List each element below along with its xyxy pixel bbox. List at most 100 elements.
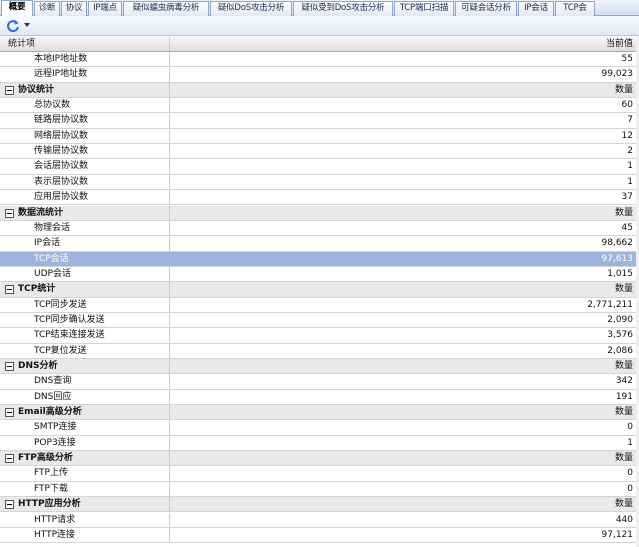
table-row[interactable]: FTP上传 0: [0, 466, 639, 482]
row-value: 0: [627, 483, 633, 494]
row-value: 3,576: [607, 330, 633, 341]
row-label-text: 链路层协议数: [34, 115, 89, 126]
row-value: 97,121: [601, 529, 634, 540]
tab-7[interactable]: TCP端口扫描: [394, 1, 454, 16]
table-row[interactable]: 应用层协议数 37: [0, 190, 639, 206]
tab-4[interactable]: 疑似蠕虫病毒分析: [123, 1, 209, 16]
table-row[interactable]: DNS回应 191: [0, 389, 639, 406]
row-label: DNS分析: [0, 359, 170, 374]
table-row[interactable]: TCP同步确认发送 2,090: [0, 312, 639, 329]
tab-3[interactable]: IP端点: [88, 1, 122, 16]
row-value: 99,023: [601, 69, 634, 80]
table-row[interactable]: DNS查询 342: [0, 374, 639, 390]
group-row[interactable]: DNS分析 数量: [0, 359, 639, 375]
row-label: DNS查询: [0, 374, 170, 389]
row-label: TCP复位发送: [0, 343, 170, 358]
row-value: 数量: [614, 284, 633, 295]
table-row[interactable]: HTTP连接 97,121: [0, 527, 639, 544]
group-row[interactable]: 协议统计 数量: [0, 82, 639, 99]
table-row[interactable]: 传输层协议数 2: [0, 144, 639, 160]
row-value: 数量: [614, 407, 633, 418]
table-row[interactable]: POP3连接 1: [0, 435, 639, 452]
row-label-text: 本地IP地址数: [34, 54, 88, 64]
tab-9[interactable]: IP会话: [518, 1, 554, 16]
row-label: FTP上传: [0, 466, 170, 481]
row-value: 12: [621, 130, 633, 141]
row-value: 数量: [614, 207, 633, 218]
row-label-text: SMTP连接: [34, 422, 77, 433]
row-label: 链路层协议数: [0, 113, 170, 128]
row-label-text: TCP复位发送: [34, 345, 87, 356]
chevron-down-icon[interactable]: [24, 23, 30, 27]
tab-6[interactable]: 疑似受到DoS攻击分析: [293, 1, 393, 16]
row-value: 0: [627, 468, 633, 479]
row-value: 2,090: [607, 314, 633, 325]
row-label: 表示层协议数: [0, 174, 170, 190]
table-row[interactable]: TCP同步发送 2,771,211: [0, 297, 639, 313]
row-label: 传输层协议数: [0, 144, 170, 159]
table-row[interactable]: UDP会话 1,015: [0, 266, 639, 283]
row-value: 440: [615, 514, 633, 525]
row-value: 60: [621, 100, 633, 111]
tab-8[interactable]: 可疑会话分析: [455, 1, 517, 16]
row-label-text: 传输层协议数: [34, 146, 89, 157]
tab-1[interactable]: 诊断: [34, 1, 60, 16]
row-label: IP会话: [0, 236, 170, 251]
table-row[interactable]: 远程IP地址数 99,023: [0, 67, 639, 83]
row-value: 0: [627, 422, 633, 433]
row-label: 本地IP地址数: [0, 52, 170, 67]
row-label: UDP会话: [0, 266, 170, 282]
row-label: TCP会话: [0, 251, 170, 266]
table-row[interactable]: TCP会话 97,613: [0, 251, 639, 267]
row-label-text: HTTP应用分析: [18, 499, 81, 510]
row-label-text: 会话层协议数: [34, 161, 89, 172]
tab-5[interactable]: 疑似DoS攻击分析: [210, 1, 292, 16]
group-row[interactable]: HTTP应用分析 数量: [0, 497, 639, 513]
row-value: 1: [627, 437, 633, 448]
row-label-text: TCP会话: [34, 253, 69, 264]
table-row[interactable]: 本地IP地址数 55: [0, 52, 639, 68]
tab-0[interactable]: 概要: [1, 0, 33, 17]
table-row[interactable]: SMTP连接 0: [0, 420, 639, 436]
column-header-name[interactable]: 统计项: [0, 37, 170, 52]
row-label: SMTP连接: [0, 420, 170, 435]
group-row[interactable]: TCP统计 数量: [0, 282, 639, 298]
row-label: TCP同步发送: [0, 297, 170, 312]
row-label: TCP统计: [0, 282, 170, 297]
row-value: 1,015: [607, 268, 633, 279]
row-label-text: HTTP请求: [34, 514, 76, 525]
row-value: 7: [627, 115, 633, 126]
table-row[interactable]: 会话层协议数 1: [0, 159, 639, 175]
tab-bar: 概要 诊断 协议 IP端点 疑似蠕虫病毒分析 疑似DoS攻击分析 疑似受到DoS攻击分析 TC…: [0, 0, 639, 17]
row-label-text: 数据流统计: [18, 207, 64, 218]
row-value: 1: [627, 161, 633, 172]
table-row[interactable]: HTTP请求 440: [0, 512, 639, 528]
table-row[interactable]: 网络层协议数 12: [0, 128, 639, 145]
group-row[interactable]: FTP高级分析 数量: [0, 451, 639, 467]
row-value: 98,662: [601, 238, 634, 249]
table-row[interactable]: 总协议数 60: [0, 98, 639, 114]
row-label: TCP结束连接发送: [0, 328, 170, 343]
row-label-text: FTP下载: [34, 483, 68, 494]
column-header-value[interactable]: 当前值: [170, 37, 636, 51]
row-label-text: 表示层协议数: [34, 176, 89, 187]
table-row[interactable]: IP会话 98,662: [0, 236, 639, 252]
group-row[interactable]: 数据流统计 数量: [0, 205, 639, 221]
tab-2[interactable]: 协议: [61, 1, 87, 16]
table-row[interactable]: 物理会话 45: [0, 220, 639, 237]
refresh-icon[interactable]: [6, 19, 20, 33]
group-row[interactable]: Email高级分析 数量: [0, 405, 639, 421]
table-row[interactable]: 链路层协议数 7: [0, 113, 639, 129]
table-row[interactable]: TCP结束连接发送 3,576: [0, 328, 639, 344]
row-label-text: Email高级分析: [18, 407, 82, 418]
row-value: 数量: [614, 361, 633, 371]
row-label-text: FTP上传: [34, 468, 68, 479]
tab-10[interactable]: TCP会: [555, 1, 595, 16]
table-row[interactable]: 表示层协议数 1: [0, 174, 639, 191]
row-label: FTP下载: [0, 481, 170, 497]
row-label: 物理会话: [0, 220, 170, 236]
table-row[interactable]: TCP复位发送 2,086: [0, 343, 639, 359]
row-label-text: TCP结束连接发送: [34, 330, 105, 341]
table-row[interactable]: FTP下载 0: [0, 481, 639, 498]
row-label-text: HTTP连接: [34, 529, 76, 540]
